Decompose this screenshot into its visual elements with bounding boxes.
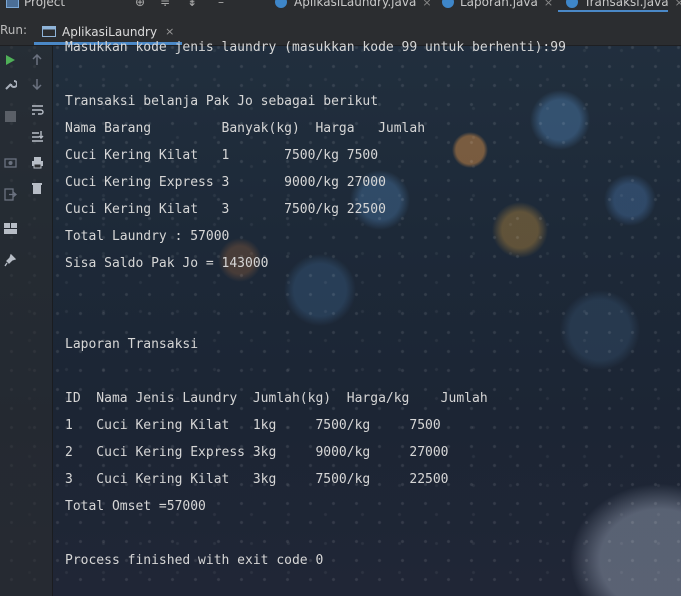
console-line: Total Laundry : 57000 xyxy=(65,229,230,244)
arrow-up-icon[interactable] xyxy=(29,52,45,68)
java-file-icon xyxy=(275,0,287,8)
run-icon[interactable] xyxy=(2,52,18,68)
tab-aplikasilaundry[interactable]: AplikasiLaundry.java × xyxy=(294,0,432,9)
close-icon[interactable]: × xyxy=(675,0,681,9)
application-icon xyxy=(42,26,56,37)
project-label: Project xyxy=(24,0,66,9)
console-output[interactable]: Masukkan kode jenis laundry (masukkan ko… xyxy=(65,34,675,574)
editor-tab-strip: Project ⊕ ≑ ⇟ – AplikasiLaundry.java × La… xyxy=(0,0,681,12)
scroll-to-end-icon[interactable] xyxy=(29,128,45,144)
minimize-icon[interactable]: – xyxy=(218,0,224,9)
console-line: Total Omset =57000 xyxy=(65,499,206,514)
trash-icon[interactable] xyxy=(29,180,45,196)
console-line: 3 Cuci Kering Kilat 3kg 7500/kg 22500 xyxy=(65,472,449,487)
console-line: Nama Barang Banyak(kg) Harga Jumlah xyxy=(65,121,426,136)
exit-icon[interactable] xyxy=(2,186,18,202)
run-toolbar xyxy=(0,46,53,596)
tab-label: AplikasiLaundry.java xyxy=(294,0,417,9)
project-icon xyxy=(6,0,19,8)
print-icon[interactable] xyxy=(29,154,45,170)
layout-icon[interactable] xyxy=(2,220,18,236)
console-line: Cuci Kering Express 3 9000/kg 27000 xyxy=(65,175,386,190)
tab-label: Transaksi.java xyxy=(584,0,669,9)
camera-icon[interactable] xyxy=(2,154,18,170)
console-line: Cuci Kering Kilat 1 7500/kg 7500 xyxy=(65,148,379,163)
java-file-icon xyxy=(566,0,578,8)
console-line: ID Nama Jenis Laundry Jumlah(kg) Harga/k… xyxy=(65,391,488,406)
console-line: Transaksi belanja Pak Jo sebagai berikut xyxy=(65,94,379,109)
collapse-icon[interactable]: ⇟ xyxy=(187,0,197,9)
tab-label: Laporan.java xyxy=(460,0,538,9)
close-icon[interactable]: × xyxy=(422,0,431,9)
java-file-icon xyxy=(442,0,454,8)
console-line: Process finished with exit code 0 xyxy=(65,553,324,568)
tab-transaksi[interactable]: Transaksi.java × xyxy=(584,0,681,9)
console-line: Sisa Saldo Pak Jo = 143000 xyxy=(65,256,269,271)
console-line: 2 Cuci Kering Express 3kg 9000/kg 27000 xyxy=(65,445,449,460)
console-line: Laporan Transaksi xyxy=(65,337,199,352)
tab-laporan[interactable]: Laporan.java × xyxy=(460,0,553,9)
console-line: 1 Cuci Kering Kilat 1kg 7500/kg 7500 xyxy=(65,418,441,433)
project-tool-button[interactable]: Project xyxy=(6,0,65,9)
run-label: Run: xyxy=(0,23,28,37)
align-icon[interactable]: ≑ xyxy=(160,0,170,9)
soft-wrap-icon[interactable] xyxy=(29,102,45,118)
pin-icon[interactable] xyxy=(2,252,18,268)
console-line: Masukkan kode jenis laundry (masukkan ko… xyxy=(65,40,566,55)
target-icon[interactable]: ⊕ xyxy=(135,0,145,9)
stop-icon[interactable] xyxy=(2,108,18,124)
wrench-icon[interactable] xyxy=(2,76,18,92)
console-line: Cuci Kering Kilat 3 7500/kg 22500 xyxy=(65,202,386,217)
close-icon[interactable]: × xyxy=(544,0,553,9)
arrow-down-icon[interactable] xyxy=(29,76,45,92)
